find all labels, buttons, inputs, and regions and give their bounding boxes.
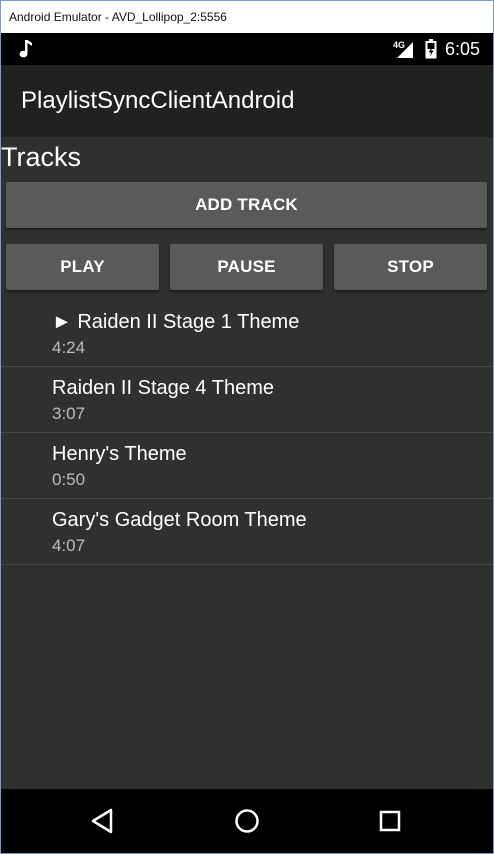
track-item[interactable]: Henry's Theme 0:50 (1, 433, 493, 499)
back-icon[interactable] (85, 803, 121, 839)
music-note-icon (19, 40, 32, 58)
track-item[interactable]: ► Raiden II Stage 1 Theme 4:24 (1, 301, 493, 367)
recents-icon[interactable] (372, 803, 408, 839)
signal-icon (397, 42, 413, 58)
tracks-heading: Tracks (1, 142, 81, 172)
track-title: ► Raiden II Stage 1 Theme (52, 311, 300, 333)
add-track-button[interactable]: ADD TRACK (6, 182, 487, 228)
app-title: PlaylistSyncClientAndroid (21, 87, 295, 114)
battery-icon (425, 39, 437, 59)
emulator-window: Android Emulator - AVD_Lollipop_2:5556 4… (0, 0, 494, 854)
navigation-bar (1, 789, 493, 853)
status-bar: 4G 6:05 (1, 33, 493, 65)
track-item[interactable]: Raiden II Stage 4 Theme 3:07 (1, 367, 493, 433)
track-duration: 0:50 (52, 470, 86, 489)
track-duration: 3:07 (52, 404, 86, 423)
track-duration: 4:07 (52, 536, 86, 555)
window-title: Android Emulator - AVD_Lollipop_2:5556 (9, 10, 227, 24)
track-title: Gary's Gadget Room Theme (52, 509, 307, 531)
play-button[interactable]: PLAY (6, 244, 159, 290)
track-item[interactable]: Gary's Gadget Room Theme 4:07 (1, 499, 493, 565)
track-duration: 4:24 (52, 338, 86, 357)
track-title: Raiden II Stage 4 Theme (52, 377, 274, 399)
home-icon[interactable] (229, 803, 265, 839)
status-clock: 6:05 (445, 39, 481, 59)
track-list: ► Raiden II Stage 1 Theme 4:24 Raiden II… (1, 301, 493, 565)
app-bar: PlaylistSyncClientAndroid (1, 65, 493, 137)
main-content: Tracks ADD TRACK PLAY PAUSE STOP ► Raide… (1, 137, 493, 789)
window-titlebar[interactable]: Android Emulator - AVD_Lollipop_2:5556 (1, 1, 493, 33)
track-title: Henry's Theme (52, 443, 187, 465)
device-screen: 4G 6:05 PlaylistSyncClientAndroid Tracks… (1, 33, 493, 853)
stop-button[interactable]: STOP (334, 244, 487, 290)
pause-button[interactable]: PAUSE (170, 244, 323, 290)
